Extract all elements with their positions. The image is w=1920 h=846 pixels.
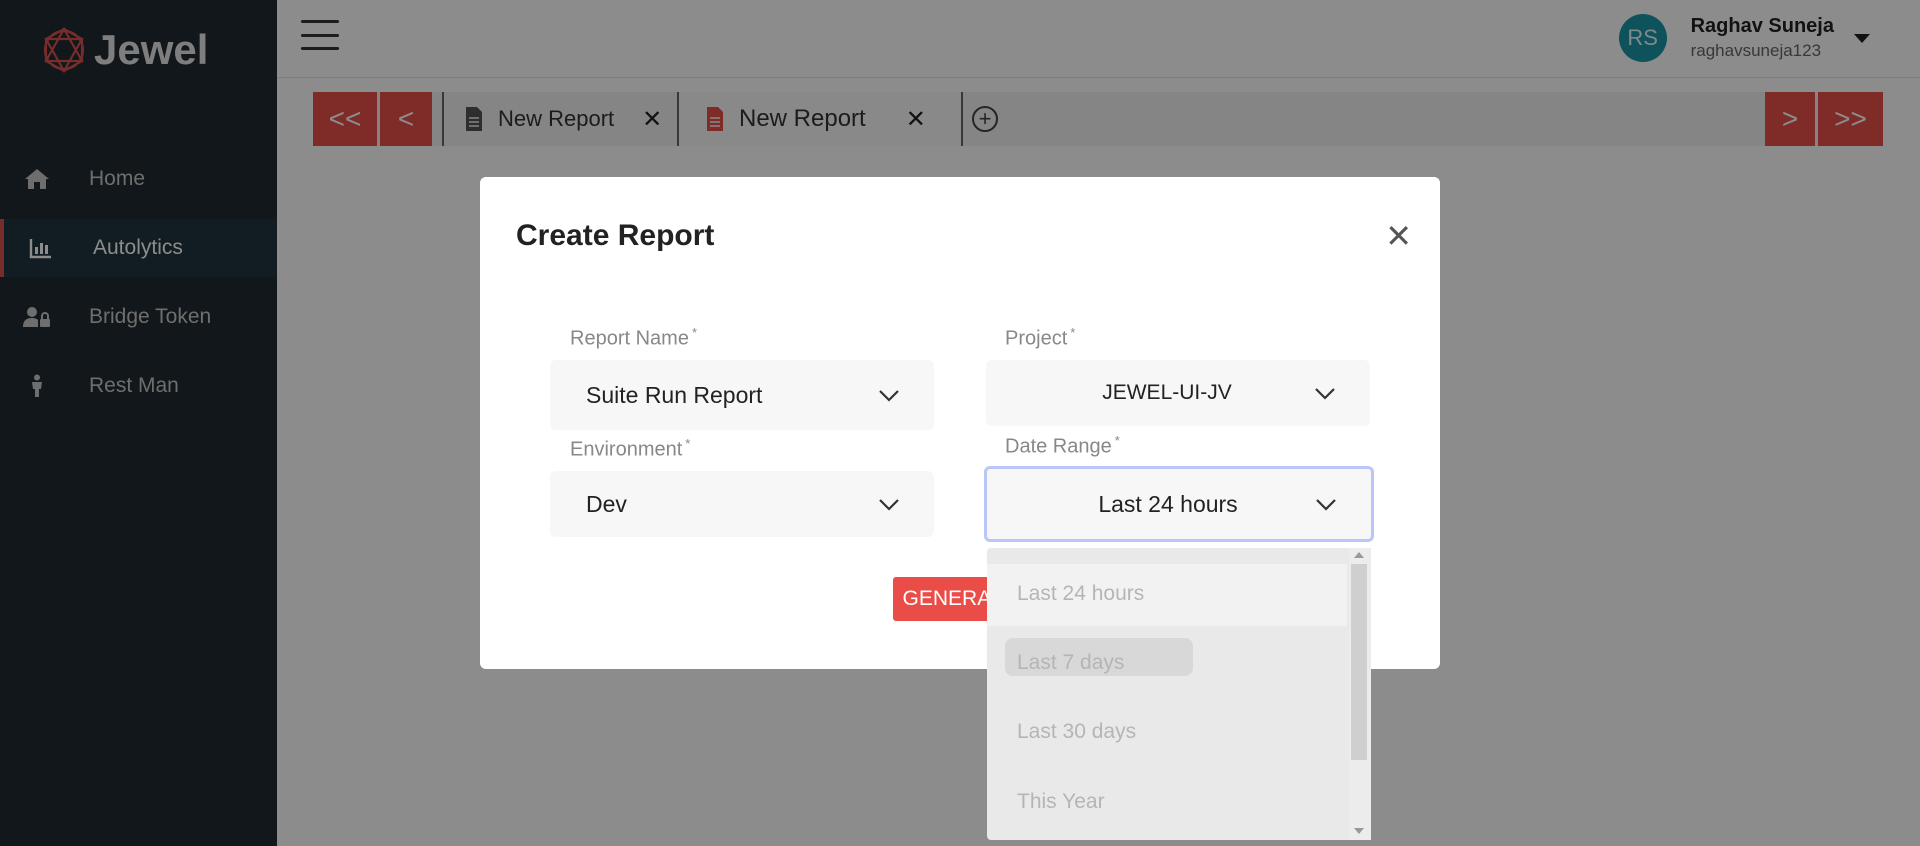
chevron-down-icon	[1315, 388, 1335, 400]
chevron-down-icon	[879, 499, 899, 511]
required-mark: *	[691, 325, 697, 340]
close-icon[interactable]: ✕	[1385, 217, 1412, 255]
report-name-label-text: Report Name	[570, 327, 689, 350]
report-name-select[interactable]: Suite Run Report	[550, 360, 934, 430]
scroll-up-icon[interactable]	[1354, 552, 1364, 558]
chevron-down-icon	[879, 390, 899, 402]
date-range-label: Date Range *	[1005, 433, 1120, 459]
project-label-text: Project	[1005, 327, 1068, 350]
environment-label: Environment *	[570, 436, 690, 462]
date-option-last-24-hours[interactable]: Last 24 hours	[1017, 582, 1144, 606]
required-mark: *	[1070, 325, 1076, 340]
report-name-value: Suite Run Report	[586, 381, 763, 408]
report-name-label: Report Name *	[570, 325, 697, 351]
environment-select[interactable]: Dev	[550, 471, 934, 537]
project-select[interactable]: JEWEL-UI-JV	[986, 360, 1370, 426]
scroll-down-icon[interactable]	[1354, 828, 1364, 834]
scrollbar-thumb[interactable]	[1351, 564, 1367, 760]
environment-label-text: Environment	[570, 438, 683, 461]
required-mark: *	[1114, 433, 1120, 448]
chevron-down-icon	[1316, 499, 1336, 511]
menu-scrollbar[interactable]	[1349, 548, 1371, 840]
date-range-select[interactable]: Last 24 hours	[984, 466, 1374, 542]
modal-title: Create Report	[516, 219, 715, 252]
date-option-this-year[interactable]: This Year	[1017, 790, 1105, 814]
date-option-last-7-days[interactable]: Last 7 days	[1017, 651, 1124, 675]
required-mark: *	[685, 436, 691, 451]
date-option-last-30-days[interactable]: Last 30 days	[1017, 720, 1136, 744]
date-range-menu: Last 24 hours Last 7 days Last 30 days T…	[987, 548, 1371, 840]
date-range-value: Last 24 hours	[1098, 490, 1238, 517]
date-range-label-text: Date Range	[1005, 435, 1112, 458]
project-value: JEWEL-UI-JV	[1102, 381, 1232, 404]
project-label: Project *	[1005, 325, 1075, 351]
environment-value: Dev	[586, 490, 627, 517]
